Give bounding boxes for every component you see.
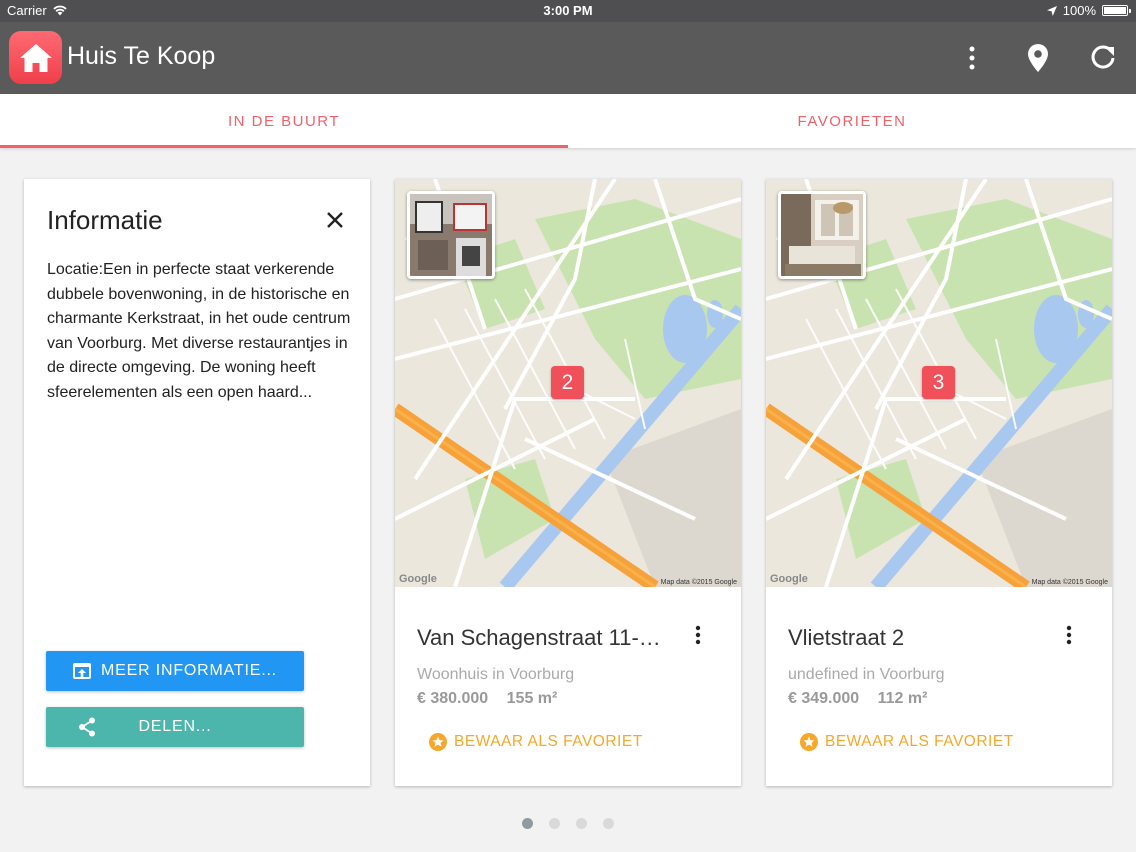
map-credit: Map data ©2015 Google bbox=[1031, 579, 1108, 586]
location-arrow-icon bbox=[1046, 5, 1057, 16]
tab-bar: IN DE BUURT FAVORIETEN bbox=[0, 94, 1136, 148]
listing-title: Vlietstraat 2 bbox=[788, 625, 905, 650]
share-label: DELEN... bbox=[138, 718, 212, 735]
status-bar: Carrier 3:00 PM 100% bbox=[0, 0, 1136, 22]
listing-photo[interactable] bbox=[407, 191, 495, 279]
star-circle-icon bbox=[429, 733, 447, 751]
tab-favorieten[interactable]: FAVORIETEN bbox=[568, 94, 1136, 148]
info-card: Informatie Locatie:Een in perfecte staat… bbox=[24, 179, 370, 786]
status-right: 100% bbox=[1046, 3, 1131, 18]
more-info-button[interactable]: MEER INFORMATIE... bbox=[46, 651, 304, 691]
info-title: Informatie bbox=[47, 205, 163, 235]
page-dot-3[interactable] bbox=[576, 818, 587, 829]
save-favorite-button[interactable]: BEWAAR ALS FAVORIET bbox=[800, 733, 1014, 751]
app-logo bbox=[9, 31, 62, 84]
listing-meta: € 380.000 155 m² bbox=[417, 690, 571, 708]
map-logo: Google bbox=[399, 573, 437, 585]
listing-subtitle: undefined in Voorburg bbox=[788, 666, 945, 683]
map-marker[interactable]: 2 bbox=[551, 366, 584, 399]
house-icon bbox=[19, 43, 52, 72]
battery-percent: 100% bbox=[1062, 3, 1096, 18]
share-icon bbox=[79, 717, 95, 737]
save-favorite-button[interactable]: BEWAAR ALS FAVORIET bbox=[429, 733, 643, 751]
page-dot-1[interactable] bbox=[522, 818, 533, 829]
listing-price: € 349.000 bbox=[788, 690, 860, 707]
more-vert-icon[interactable] bbox=[956, 42, 988, 74]
app-title: Huis Te Koop bbox=[67, 42, 216, 70]
map-credit: Map data ©2015 Google bbox=[660, 579, 737, 586]
save-favorite-label: BEWAAR ALS FAVORIET bbox=[825, 733, 1014, 750]
listing-meta: € 349.000 112 m² bbox=[788, 690, 941, 708]
battery-icon bbox=[1102, 5, 1131, 16]
map-logo: Google bbox=[770, 573, 808, 585]
share-button[interactable]: DELEN... bbox=[46, 707, 304, 747]
close-icon[interactable] bbox=[322, 207, 348, 233]
tab-in-de-buurt[interactable]: IN DE BUURT bbox=[0, 94, 568, 148]
listing-price: € 380.000 bbox=[417, 690, 489, 707]
location-pin-icon[interactable] bbox=[1022, 42, 1054, 74]
star-circle-icon bbox=[800, 733, 818, 751]
listing-map[interactable]: 3 Google Map data ©2015 Google bbox=[766, 179, 1112, 587]
save-favorite-label: BEWAAR ALS FAVORIET bbox=[454, 733, 643, 750]
page-dot-4[interactable] bbox=[603, 818, 614, 829]
listing-subtitle: Woonhuis in Voorburg bbox=[417, 666, 575, 683]
status-time: 3:00 PM bbox=[543, 3, 593, 18]
listing-card[interactable]: 3 Google Map data ©2015 Google Vlietstra… bbox=[766, 179, 1112, 786]
map-marker[interactable]: 3 bbox=[922, 366, 955, 399]
listing-area: 155 m² bbox=[506, 690, 558, 707]
refresh-icon[interactable] bbox=[1087, 42, 1119, 74]
listing-map[interactable]: 2 Google Map data ©2015 Google bbox=[395, 179, 741, 587]
listing-title: Van Schagenstraat 11-… bbox=[417, 625, 661, 650]
more-vert-icon[interactable] bbox=[695, 625, 715, 651]
listing-area: 112 m² bbox=[877, 690, 928, 707]
info-description: Locatie:Een in perfecte staat verkerende… bbox=[47, 261, 351, 401]
more-vert-icon[interactable] bbox=[1066, 625, 1086, 651]
tab-indicator bbox=[0, 145, 568, 148]
app-bar: Huis Te Koop bbox=[0, 22, 1136, 94]
more-info-label: MEER INFORMATIE... bbox=[101, 662, 277, 679]
listing-photo[interactable] bbox=[778, 191, 866, 279]
page-indicator bbox=[0, 818, 1136, 829]
open-in-browser-icon bbox=[73, 663, 92, 679]
listing-card[interactable]: 2 Google Map data ©2015 Google Van Schag… bbox=[395, 179, 741, 786]
page-dot-2[interactable] bbox=[549, 818, 560, 829]
